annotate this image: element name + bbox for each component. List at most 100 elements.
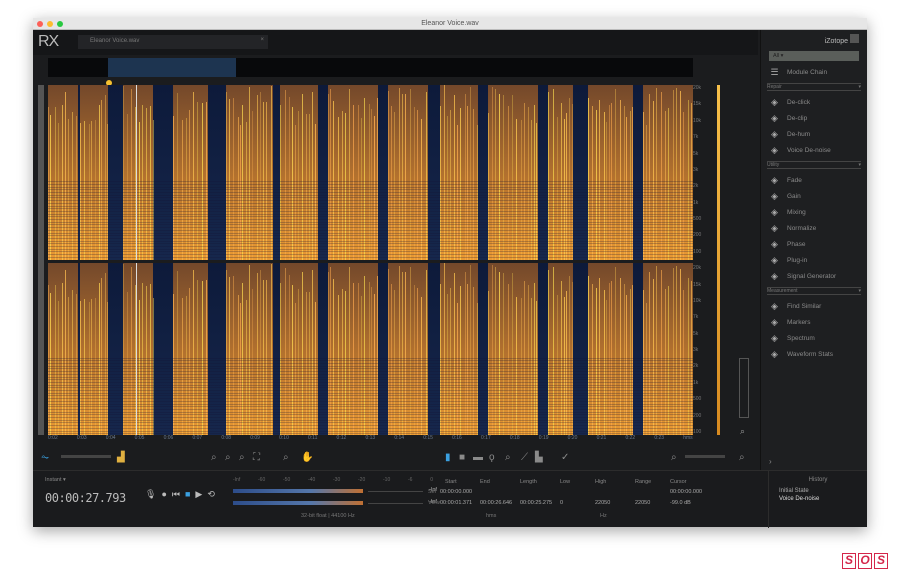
magic-wand-icon[interactable]: ⌕ xyxy=(505,452,511,463)
file-tab[interactable]: Eleanor Voice.wav × xyxy=(78,35,268,49)
column-header: High xyxy=(595,479,607,485)
selection-field[interactable]: 00:00:00.000 xyxy=(670,489,702,495)
spectrogram-right-channel[interactable] xyxy=(48,263,693,435)
module-chain-button[interactable]: ☰ Module Chain xyxy=(761,64,867,80)
module-label: Normalize xyxy=(787,224,817,232)
spectral-line xyxy=(450,288,452,435)
spectral-line xyxy=(280,105,281,260)
selection-field[interactable]: 22050 xyxy=(595,500,610,506)
zoom-selection-icon[interactable]: ⌕ xyxy=(239,452,245,463)
time-selection-icon[interactable]: ▮ xyxy=(445,452,451,463)
module-item[interactable]: ◈ Spectrum xyxy=(761,330,867,346)
expand-sidebar-icon[interactable]: › xyxy=(769,457,772,466)
frequency-selection-icon[interactable]: ■ xyxy=(459,452,465,463)
loop-icon[interactable]: ⟲ xyxy=(207,489,215,500)
column-header: Low xyxy=(560,479,571,485)
module-item[interactable]: ◈ De-hum xyxy=(761,126,867,142)
tab-close-icon[interactable]: × xyxy=(260,37,264,43)
module-item[interactable]: ◈ Signal Generator xyxy=(761,268,867,284)
horizontal-zoom-slider[interactable] xyxy=(685,455,725,458)
selection-field[interactable]: -99.0 dB xyxy=(670,500,691,506)
module-item[interactable]: ◈ Plug-in xyxy=(761,252,867,268)
module-item[interactable]: ◈ Phase xyxy=(761,236,867,252)
zoom-in-icon[interactable]: ⌕ xyxy=(211,452,217,463)
spectral-line xyxy=(676,88,678,260)
zoom-tool-icon[interactable]: ⌕ xyxy=(283,452,289,463)
module-item[interactable]: ◈ Gain xyxy=(761,188,867,204)
section-header[interactable]: Repair ▾ xyxy=(767,83,861,91)
module-label: De-clip xyxy=(787,114,808,122)
harmonic-band xyxy=(48,202,693,204)
harmonic-band xyxy=(48,395,693,397)
zoom-out-icon[interactable]: ⌕ xyxy=(225,452,231,463)
harmonic-band xyxy=(48,381,693,383)
freq-tick-label: 2k xyxy=(693,363,699,370)
time-format-select[interactable]: Instant ▾ xyxy=(45,477,66,483)
record-icon[interactable]: 🎙︎ xyxy=(145,489,156,500)
column-header: Cursor xyxy=(670,479,687,485)
zoom-fit-icon[interactable]: ⛶ xyxy=(253,452,260,463)
module-item[interactable]: ◈ De-clip xyxy=(761,110,867,126)
history-item[interactable]: Voice De-noise xyxy=(779,495,857,503)
spectrogram-left-channel[interactable] xyxy=(48,85,693,260)
module-item[interactable]: ◈ Waveform Stats xyxy=(761,346,867,362)
hand-tool-icon[interactable]: ✋ xyxy=(301,452,313,463)
selection-field[interactable]: 00:00:26.646 xyxy=(480,500,512,506)
overview-view-range[interactable] xyxy=(108,58,236,77)
spectral-energy xyxy=(173,85,208,260)
harmonic-band xyxy=(48,248,693,250)
module-item[interactable]: ◈ Voice De-noise xyxy=(761,142,867,158)
gain-slider-left[interactable] xyxy=(368,491,423,492)
harmonic-selection-icon[interactable]: ▙ xyxy=(535,452,543,463)
selection-field[interactable]: 00:00:00.000 xyxy=(440,489,472,495)
play-icon[interactable]: ▶ xyxy=(195,489,202,500)
module-item[interactable]: ◈ Markers xyxy=(761,314,867,330)
harmonic-band xyxy=(48,210,693,212)
module-item[interactable]: ◈ De-click xyxy=(761,94,867,110)
vertical-scrollbar[interactable] xyxy=(38,85,44,435)
window-toggle-button[interactable] xyxy=(850,34,859,43)
module-item[interactable]: ◈ Mixing xyxy=(761,204,867,220)
spectral-line xyxy=(466,105,468,260)
plugin-icon: ◈ xyxy=(771,254,778,265)
freq-tick-label: 15k xyxy=(693,101,702,108)
transport-controls: 🎙︎ ● ⏮ ■ ▶ ⟲ xyxy=(145,489,215,500)
waveform-overview[interactable] xyxy=(48,58,693,77)
time-frequency-selection-icon[interactable]: ▬ xyxy=(473,452,483,463)
history-item[interactable]: Initial State xyxy=(779,487,857,495)
rewind-icon[interactable]: ⏮ xyxy=(172,489,180,500)
harmonic-band xyxy=(48,406,693,408)
spectral-line xyxy=(259,269,261,435)
section-header[interactable]: Utility ▾ xyxy=(767,161,861,169)
spectrogram-icon[interactable]: ▟ xyxy=(117,452,125,463)
vertical-zoom-slider[interactable] xyxy=(739,358,749,418)
selection-field[interactable]: 00:00:25.275 xyxy=(520,500,552,506)
module-filter-select[interactable]: All ▾ xyxy=(769,51,859,61)
time-tick-label: 0:21 xyxy=(596,435,607,441)
section-header[interactable]: Measurement ▾ xyxy=(767,287,861,295)
spectral-line xyxy=(548,270,549,435)
freq-tick-label: 200 xyxy=(693,232,702,239)
zoom-icon[interactable]: ⌕ xyxy=(740,426,745,437)
harmonic-band xyxy=(48,200,693,202)
selection-field[interactable]: 00:00:01.371 xyxy=(440,500,472,506)
horizontal-zoom-in-icon[interactable]: ⌕ xyxy=(739,452,745,463)
module-label: Markers xyxy=(787,318,811,326)
module-item[interactable]: ◈ Find Similar xyxy=(761,298,867,314)
selection-field[interactable]: 22050 xyxy=(635,500,650,506)
horizontal-zoom-out-icon[interactable]: ⌕ xyxy=(671,452,677,463)
spectrogram-blend-slider[interactable] xyxy=(61,455,111,458)
module-item[interactable]: ◈ Fade xyxy=(761,172,867,188)
module-item[interactable]: ◈ Normalize xyxy=(761,220,867,236)
brush-icon[interactable]: ⟋ xyxy=(521,452,528,463)
gain-slider-right[interactable] xyxy=(368,503,423,504)
harmonic-band xyxy=(48,408,693,410)
spectral-line xyxy=(508,105,510,260)
spectrum-icon: ◈ xyxy=(771,332,778,343)
instant-process-icon[interactable]: ✓ xyxy=(561,452,569,463)
lasso-icon[interactable]: ϙ xyxy=(489,452,495,463)
record-button-icon[interactable]: ● xyxy=(161,489,166,500)
selection-field[interactable]: 0 xyxy=(560,500,563,506)
waveform-toggle-icon[interactable]: ⏦ xyxy=(41,452,49,463)
stop-icon[interactable]: ■ xyxy=(185,489,190,500)
